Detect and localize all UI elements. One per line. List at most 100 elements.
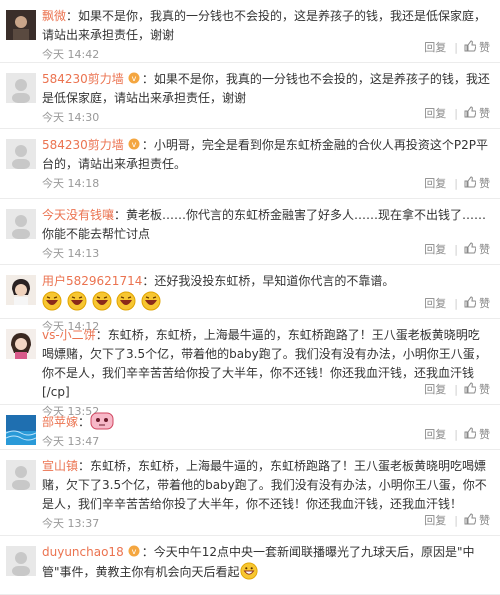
shocked-face-emoji-icon bbox=[90, 412, 114, 430]
like-link[interactable]: 赞 bbox=[479, 243, 490, 256]
comment-item: 584230剪力墙 v ：小明哥，完全是看到你是东虹桥金融的合伙人再投资这个P2P平… bbox=[0, 129, 500, 199]
thumbs-up-icon[interactable] bbox=[464, 242, 476, 254]
comment-time: 今天 14:13 bbox=[42, 247, 100, 260]
action-divider: | bbox=[454, 297, 458, 310]
avatar[interactable] bbox=[6, 209, 36, 239]
comment-time: 今天 13:47 bbox=[42, 435, 100, 448]
thumbs-up-icon[interactable] bbox=[464, 40, 476, 52]
comment-item: 宣山镇：东虹桥，东虹桥，上海最牛逼的，东虹桥跑路了！王八蛋老板黄晓明吃喝嫖赌，欠… bbox=[0, 450, 500, 536]
laughing-emoji-icon bbox=[92, 291, 112, 311]
comment-username[interactable]: 部苹嫁 bbox=[42, 415, 78, 429]
comment-item: duyunchao18 v ：今天中午12点中央一套新闻联播曝光了九球天后，原因是"… bbox=[0, 536, 500, 595]
comment-colon: ： bbox=[66, 9, 79, 23]
comment-time: 今天 14:18 bbox=[42, 177, 100, 190]
like-link[interactable]: 赞 bbox=[479, 41, 490, 54]
like-link[interactable]: 赞 bbox=[479, 514, 490, 527]
action-divider: | bbox=[454, 428, 458, 441]
like-link[interactable]: 赞 bbox=[479, 177, 490, 190]
comment-actions: 回复 | 赞 bbox=[424, 296, 490, 312]
comment-time: 今天 14:30 bbox=[42, 111, 100, 124]
laughing-emoji-icon bbox=[42, 291, 62, 311]
thumbs-up-icon[interactable] bbox=[464, 176, 476, 188]
reply-link[interactable]: 回复 bbox=[424, 107, 446, 120]
comment-actions: 回复 | 赞 bbox=[424, 382, 490, 398]
like-link[interactable]: 赞 bbox=[479, 383, 490, 396]
comment-text: 如果不是你，我真的一分钱也不会投的，这是养孩子的钱，我还是低保家庭，请站出来承担… bbox=[42, 9, 487, 42]
laughing-emoji-icon bbox=[67, 291, 87, 311]
comment-actions: 回复 | 赞 bbox=[424, 176, 490, 192]
comment-time: 今天 14:42 bbox=[42, 48, 100, 61]
comment-actions: 回复 | 赞 bbox=[424, 427, 490, 443]
comment-username[interactable]: duyunchao18 bbox=[42, 545, 124, 559]
avatar[interactable] bbox=[6, 10, 36, 40]
member-badge-icon: v bbox=[128, 138, 140, 150]
laughing-emoji-icon bbox=[141, 291, 161, 311]
reply-link[interactable]: 回复 bbox=[424, 383, 446, 396]
reply-link[interactable]: 回复 bbox=[424, 514, 446, 527]
reply-link[interactable]: 回复 bbox=[424, 428, 446, 441]
avatar[interactable] bbox=[6, 275, 36, 305]
reply-link[interactable]: 回复 bbox=[424, 243, 446, 256]
thumbs-up-icon[interactable] bbox=[464, 427, 476, 439]
comment-username[interactable]: 584230剪力墙 bbox=[42, 72, 124, 86]
reply-link[interactable]: 回复 bbox=[424, 177, 446, 190]
comment-actions: 回复 | 赞 bbox=[424, 513, 490, 529]
comment-time: 今天 13:37 bbox=[42, 517, 100, 530]
comment-item: 飘微：如果不是你，我真的一分钱也不会投的，这是养孩子的钱，我还是低保家庭，请站出… bbox=[0, 0, 500, 63]
member-badge-icon: v bbox=[128, 545, 140, 557]
comment-username[interactable]: 584230剪力墙 bbox=[42, 138, 124, 152]
comment-text: 东虹桥，东虹桥，上海最牛逼的，东虹桥跑路了！王八蛋老板黄晓明吃喝嫖赌，欠下了3.… bbox=[42, 328, 487, 399]
comment-colon: ： bbox=[78, 415, 91, 429]
comment-list: 飘微：如果不是你，我真的一分钱也不会投的，这是养孩子的钱，我还是低保家庭，请站出… bbox=[0, 0, 500, 595]
avatar[interactable] bbox=[6, 73, 36, 103]
action-divider: | bbox=[454, 243, 458, 256]
svg-text:v: v bbox=[131, 140, 136, 149]
laughing-emoji-group bbox=[42, 291, 162, 317]
comment-username[interactable]: 用户5829621714 bbox=[42, 274, 142, 288]
comment-actions: 回复 | 赞 bbox=[424, 242, 490, 258]
comment-colon: ： bbox=[141, 138, 154, 152]
avatar[interactable] bbox=[6, 139, 36, 169]
comment-text: 东虹桥，东虹桥，上海最牛逼的，东虹桥跑路了！王八蛋老板黄晓明吃喝嫖赌，欠下了3.… bbox=[42, 459, 487, 511]
like-link[interactable]: 赞 bbox=[479, 107, 490, 120]
comment-username[interactable]: 飘微 bbox=[42, 9, 66, 23]
comment-colon: ： bbox=[78, 459, 91, 473]
reply-link[interactable]: 回复 bbox=[424, 41, 446, 54]
comment-item: 用户5829621714：还好我没投东虹桥，早知道你代言的不靠谱。 今天 14:… bbox=[0, 265, 500, 333]
member-badge-icon: v bbox=[128, 72, 140, 84]
action-divider: | bbox=[454, 514, 458, 527]
comment-colon: ： bbox=[95, 328, 108, 342]
comment-item: 今天没有钱嚷：黄老板……你代言的东虹桥金融害了好多人……现在拿不出钱了……你能不… bbox=[0, 199, 500, 265]
comment-colon: ： bbox=[141, 72, 154, 86]
avatar[interactable] bbox=[6, 460, 36, 490]
action-divider: | bbox=[454, 383, 458, 396]
svg-text:v: v bbox=[131, 74, 136, 83]
avatar[interactable] bbox=[6, 329, 36, 359]
comment-username[interactable]: 宣山镇 bbox=[42, 459, 78, 473]
action-divider: | bbox=[454, 177, 458, 190]
comment-item: vs-小二饼：东虹桥，东虹桥，上海最牛逼的，东虹桥跑路了！王八蛋老板黄晓明吃喝嫖… bbox=[0, 319, 500, 418]
comment-actions: 回复 | 赞 bbox=[424, 40, 490, 56]
comment-text: 还好我没投东虹桥，早知道你代言的不靠谱。 bbox=[154, 274, 395, 288]
comment-item: 584230剪力墙 v ：如果不是你，我真的一分钱也不会投的，这是养孩子的钱，我还是… bbox=[0, 63, 500, 129]
action-divider: | bbox=[454, 41, 458, 54]
like-link[interactable]: 赞 bbox=[479, 297, 490, 310]
comment-colon: ： bbox=[141, 545, 154, 559]
laughing-emoji-icon bbox=[116, 291, 136, 311]
reply-link[interactable]: 回复 bbox=[424, 297, 446, 310]
like-link[interactable]: 赞 bbox=[479, 428, 490, 441]
avatar[interactable] bbox=[6, 546, 36, 576]
svg-text:v: v bbox=[131, 547, 136, 556]
comment-actions: 回复 | 赞 bbox=[424, 106, 490, 122]
action-divider: | bbox=[454, 107, 458, 120]
thumbs-up-icon[interactable] bbox=[464, 513, 476, 525]
comment-colon: ： bbox=[114, 208, 127, 222]
thumbs-up-icon[interactable] bbox=[464, 382, 476, 394]
avatar[interactable] bbox=[6, 415, 36, 445]
comment-colon: ： bbox=[142, 274, 155, 288]
comment-username[interactable]: 今天没有钱嚷 bbox=[42, 208, 114, 222]
comment-username[interactable]: vs-小二饼 bbox=[42, 328, 96, 342]
thumbs-up-icon[interactable] bbox=[464, 296, 476, 308]
thumbs-up-icon[interactable] bbox=[464, 106, 476, 118]
grinning-emoji-icon bbox=[239, 562, 258, 580]
